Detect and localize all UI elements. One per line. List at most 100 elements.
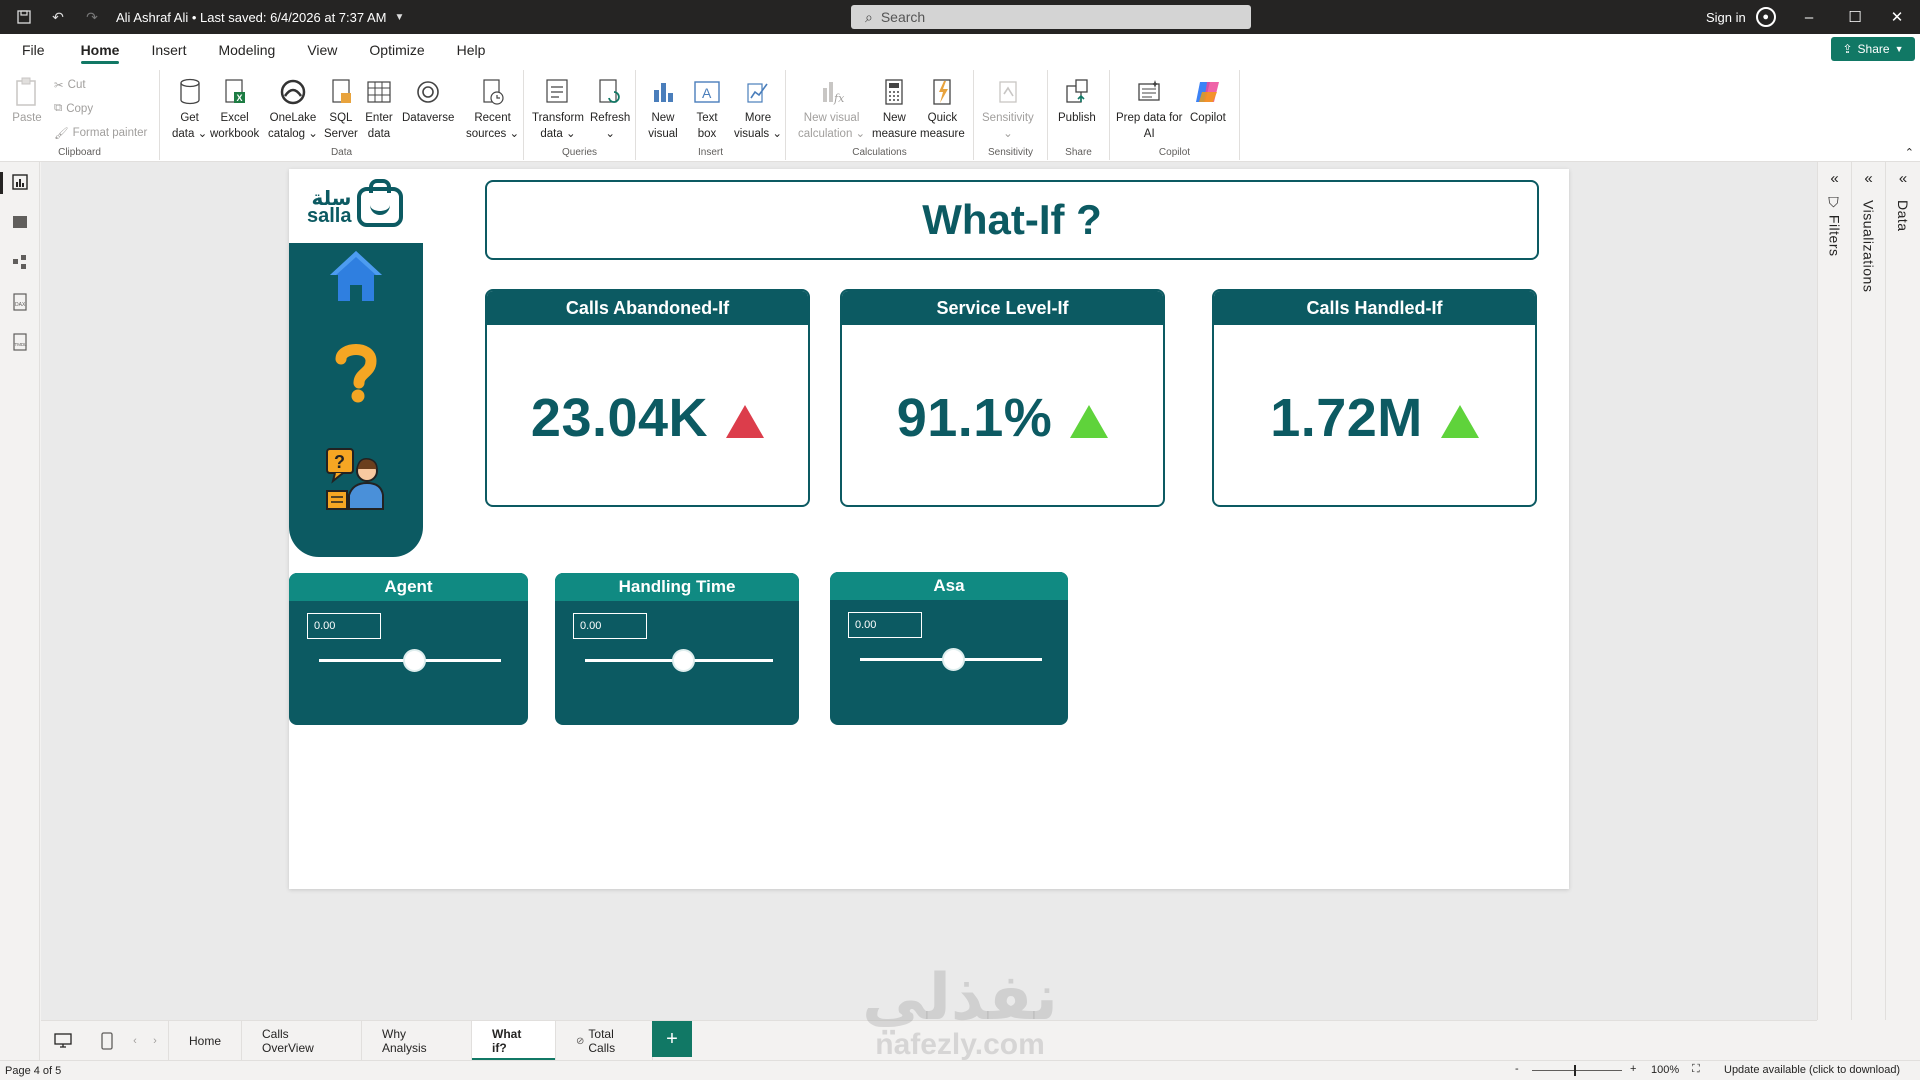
agent-value-input[interactable]: 0.00 — [307, 613, 381, 639]
more-visuals-button[interactable]: More visuals ⌄ — [734, 76, 782, 142]
dataverse-button[interactable]: Dataverse — [402, 76, 454, 126]
add-page-button[interactable]: + — [652, 1021, 692, 1057]
zoom-slider[interactable] — [1532, 1070, 1622, 1071]
new-measure-button[interactable]: New measure — [872, 76, 917, 142]
enter-data-label: Enter — [365, 112, 393, 124]
menu-file[interactable]: File — [8, 34, 59, 66]
maximize-button[interactable]: ☐ — [1832, 0, 1878, 34]
search-input[interactable]: ⌕ Search — [851, 5, 1251, 29]
redo-icon[interactable]: ↷ — [82, 7, 102, 27]
question-icon[interactable] — [331, 341, 381, 403]
onelake-icon — [278, 76, 308, 108]
menu-optimize[interactable]: Optimize — [355, 34, 438, 66]
trend-up-icon — [1070, 404, 1109, 438]
share-button[interactable]: ⇪ Share ▼ — [1831, 37, 1915, 61]
expand-chevron-icon[interactable]: « — [1864, 170, 1872, 187]
tmdl-view-icon[interactable]: TMDL — [10, 332, 30, 352]
sensitivity-label: Sensitivity — [982, 112, 1034, 124]
transform-data-button[interactable]: Transform data ⌄ — [532, 76, 584, 142]
undo-icon[interactable]: ↶ — [48, 7, 68, 27]
sensitivity-button[interactable]: Sensitivity ⌄ — [982, 76, 1034, 142]
quick-measure-button[interactable]: Quick measure — [920, 76, 965, 142]
excel-workbook-button[interactable]: X Excel workbook — [210, 76, 259, 142]
page-tab-total-calls[interactable]: ⊘ Total Calls — [556, 1021, 653, 1061]
slicer-title: Agent — [289, 573, 528, 601]
scroll-left-icon[interactable]: ‹ — [125, 1031, 145, 1051]
slider-thumb[interactable] — [671, 649, 695, 672]
kpi-card-calls-abandoned[interactable]: Calls Abandoned-If 23.04K — [485, 289, 810, 507]
menu-insert[interactable]: Insert — [137, 34, 200, 66]
cut-button[interactable]: ✂ Cut — [54, 78, 86, 92]
page-tab-home[interactable]: Home — [168, 1021, 242, 1061]
ribbon-group-queries: Transform data ⌄ Refresh ⌄ Queries — [524, 70, 636, 160]
zoom-in-button[interactable]: + — [1630, 1063, 1636, 1075]
text-box-button[interactable]: A Text box — [692, 76, 722, 142]
expand-chevron-icon[interactable]: « — [1830, 170, 1838, 187]
sign-in-button[interactable]: Sign in ● — [1706, 0, 1776, 34]
zoom-level[interactable]: 100% — [1651, 1064, 1679, 1076]
table-view-icon[interactable] — [10, 212, 30, 232]
new-visual-calc-label: New visual — [803, 112, 860, 124]
minimize-button[interactable]: – — [1786, 0, 1832, 34]
get-data-label-2: data ⌄ — [172, 128, 208, 140]
scroll-right-icon[interactable]: › — [145, 1031, 165, 1051]
report-view-icon[interactable] — [10, 172, 30, 192]
recent-label: Recent — [474, 112, 511, 124]
report-page[interactable]: سلة salla ? What-If ? Calls Abandoned-If… — [289, 169, 1569, 889]
update-available-link[interactable]: Update available (click to download) — [1724, 1064, 1900, 1076]
new-visual-calculation-button[interactable]: fx New visual calculation ⌄ — [798, 76, 865, 142]
prep-data-for-ai-button[interactable]: Prep data for AI — [1116, 76, 1182, 142]
menu-view[interactable]: View — [293, 34, 351, 66]
recent-sources-button[interactable]: Recent sources ⌄ — [466, 76, 519, 142]
paste-button[interactable]: Paste — [12, 76, 42, 126]
kpi-card-service-level[interactable]: Service Level-If 91.1% — [840, 289, 1165, 507]
copy-icon: ⧉ — [54, 102, 63, 114]
expand-chevron-icon[interactable]: « — [1899, 170, 1907, 187]
document-title[interactable]: Ali Ashraf Ali • Last saved: 6/4/2026 at… — [116, 10, 387, 25]
sql-icon — [326, 76, 356, 108]
menu-help[interactable]: Help — [443, 34, 500, 66]
refresh-button[interactable]: Refresh ⌄ — [590, 76, 630, 142]
save-icon[interactable] — [14, 7, 34, 27]
publish-button[interactable]: Publish — [1058, 76, 1096, 126]
get-data-label: Get — [180, 112, 199, 124]
collapse-ribbon-icon[interactable]: ⌃ — [1905, 146, 1914, 159]
asa-value-input[interactable]: 0.00 — [848, 612, 922, 638]
new-visual-button[interactable]: New visual — [648, 76, 678, 142]
menu-modeling[interactable]: Modeling — [204, 34, 289, 66]
page-tab-calls-overview[interactable]: Calls OverView — [242, 1021, 362, 1061]
menu-home[interactable]: Home — [67, 34, 134, 66]
visualizations-pane-collapsed[interactable]: « Visualizations — [1851, 162, 1885, 1020]
slider-thumb[interactable] — [941, 648, 965, 671]
chevron-down-icon[interactable]: ▼ — [395, 12, 405, 23]
filters-pane-collapsed[interactable]: « ⛉ Filters — [1817, 162, 1851, 1020]
page-tab-why-analysis[interactable]: Why Analysis — [362, 1021, 472, 1061]
handling-time-value-input[interactable]: 0.00 — [573, 613, 647, 639]
copilot-button[interactable]: Copilot — [1190, 76, 1226, 126]
format-painter-button[interactable]: 🖌 Format painter — [54, 126, 147, 140]
desktop-layout-icon[interactable] — [53, 1031, 73, 1051]
slider-thumb[interactable] — [402, 649, 426, 672]
onelake-label: OneLake — [269, 112, 317, 124]
home-icon[interactable] — [326, 247, 386, 305]
data-pane-collapsed[interactable]: « Data — [1885, 162, 1920, 1020]
page-tab-what-if[interactable]: What if? — [472, 1021, 556, 1061]
onelake-catalog-button[interactable]: OneLake catalog ⌄ — [268, 76, 318, 142]
model-view-icon[interactable] — [10, 252, 30, 272]
mobile-layout-icon[interactable] — [97, 1031, 117, 1051]
zoom-out-button[interactable]: - — [1515, 1063, 1519, 1075]
logo-wordmark: سلة salla — [307, 188, 351, 226]
sql-server-button[interactable]: SQL Server — [324, 76, 358, 142]
kpi-card-calls-handled[interactable]: Calls Handled-If 1.72M — [1212, 289, 1537, 507]
kpi-title: Calls Abandoned-If — [487, 291, 808, 325]
svg-text:TMDL: TMDL — [15, 342, 28, 347]
zoom-slider-thumb[interactable] — [1574, 1065, 1576, 1076]
close-button[interactable]: ✕ — [1874, 0, 1920, 34]
group-label: Copilot — [1158, 147, 1191, 158]
get-data-button[interactable]: Get data ⌄ — [172, 76, 207, 142]
support-agent-icon[interactable]: ? — [323, 447, 389, 511]
dax-query-view-icon[interactable]: DAX — [10, 292, 30, 312]
copy-button[interactable]: ⧉ Copy — [54, 102, 93, 115]
fit-to-page-icon[interactable]: ⛶ — [1692, 1063, 1700, 1076]
enter-data-button[interactable]: Enter data — [364, 76, 394, 142]
